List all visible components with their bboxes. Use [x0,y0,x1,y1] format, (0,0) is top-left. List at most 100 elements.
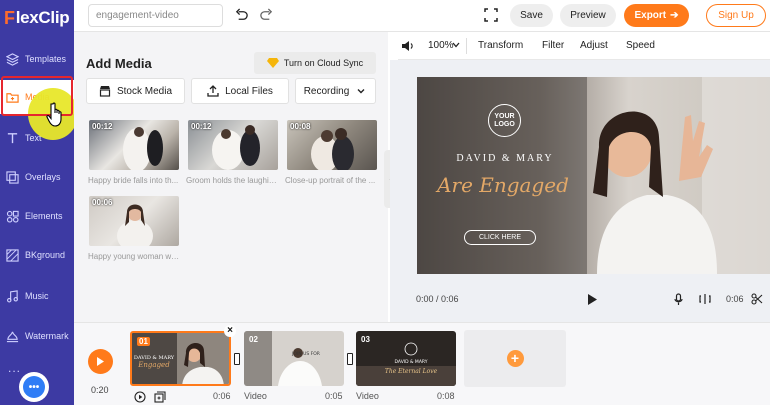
thumb-caption: Happy young woman wit... [88,252,180,261]
arrow-right-icon: ➔ [670,10,679,21]
media-thumbnail[interactable]: 00:08 [287,120,377,170]
clip-type: Video [244,391,267,401]
svg-text:DAVID & MARY: DAVID & MARY [395,359,428,365]
upload-icon [207,85,219,97]
thumb-caption: Groom holds the laughin... [186,176,278,185]
media-panel: Add Media Turn on Cloud Sync Stock Media… [74,32,388,322]
local-files-button[interactable]: Local Files [191,78,289,104]
sidebar-item-label: Music [25,291,49,301]
timeline-play-button[interactable] [88,349,113,374]
store-icon [99,86,111,97]
split-icon[interactable] [699,293,711,305]
clip-number: 01 [137,337,150,346]
sidebar-item-label: Elements [25,211,63,221]
elements-icon [6,210,19,223]
toolbar-divider [466,38,467,54]
svg-text:Engaged: Engaged [137,361,170,369]
click-here-button[interactable]: CLICK HERE [464,230,536,245]
play-icon [97,357,104,366]
background-icon [6,248,19,262]
volume-icon[interactable] [401,40,414,52]
thumb-caption: Happy bride falls into th... [88,176,179,185]
sidebar-item-watermark[interactable]: Watermark [0,319,74,353]
playback-time: 0:00 / 0:06 [416,294,459,304]
adjust-button[interactable]: Adjust [580,40,608,51]
preview-button[interactable]: Preview [560,4,616,27]
sign-up-button[interactable]: Sign Up [706,4,766,27]
logo-line-2: LOGO [494,121,515,128]
diamond-icon [266,58,279,68]
sidebar-item-label: Watermark [25,331,69,341]
chat-button[interactable]: ••• [19,372,49,402]
sidebar: FlexClip Templates Media Text Overlays E… [0,0,74,405]
sidebar-item-templates[interactable]: Templates [0,42,74,76]
flexclip-logo[interactable]: FlexClip [0,0,74,36]
sidebar-item-elements[interactable]: Elements [0,199,74,233]
sidebar-item-label: Overlays [25,172,61,182]
delete-clip-button[interactable]: × [224,325,236,337]
redo-icon[interactable] [259,8,274,23]
clip-duration: 0:06 [213,391,231,401]
video-canvas[interactable]: YOUR LOGO DAVID & MARY Are Engaged CLICK… [417,77,770,274]
logo-f: F [4,7,15,28]
timeline-total-time: 0:20 [91,385,109,395]
thumb-duration: 00:12 [191,122,212,131]
cloud-sync-button[interactable]: Turn on Cloud Sync [254,52,376,74]
clip-thumbnail: DAVID & MARY The Eternal Love [356,331,456,386]
chevron-down-icon[interactable] [452,42,460,48]
zoom-level[interactable]: 100% [428,40,454,51]
microphone-icon[interactable] [673,293,684,306]
clip-duration: 0:06 [726,294,744,304]
text-icon [7,132,18,143]
sidebar-item-music[interactable]: Music [0,279,74,313]
project-name-input[interactable]: engagement-video [88,4,223,27]
names-text[interactable]: DAVID & MARY [443,153,567,164]
save-button[interactable]: Save [510,4,553,27]
media-thumbnail[interactable]: 00:06 [89,196,179,246]
media-thumbnail[interactable]: 00:12 [188,120,278,170]
play-icon[interactable] [587,293,598,306]
export-label: Export [634,10,667,21]
folder-icon [6,92,19,103]
local-files-label: Local Files [225,85,273,97]
scissors-icon[interactable] [751,293,763,305]
transform-button[interactable]: Transform [478,40,523,51]
transition-handle[interactable] [347,353,353,365]
clip-thumbnail: JOIN US FOR [244,331,344,386]
timeline-clip-1[interactable]: DAVID & MARY Engaged 01 [130,331,231,386]
logo-line-1: YOUR [494,113,515,120]
play-circle-icon[interactable] [134,391,146,403]
plus-icon: + [506,350,524,367]
speed-button[interactable]: Speed [626,40,655,51]
thumb-caption: Close-up portrait of the ... [285,176,376,185]
fullscreen-icon[interactable] [484,8,498,22]
layers-icon [6,52,19,66]
chevron-down-icon [357,89,365,94]
clip-number: 03 [361,335,370,344]
add-clip-button[interactable]: + [464,330,566,387]
stock-media-button[interactable]: Stock Media [86,78,185,104]
logo-placeholder[interactable]: YOUR LOGO [488,104,521,137]
playback-controls: 0:00 / 0:06 0:06 [390,288,770,312]
chat-icon: ••• [23,376,45,398]
media-thumbnail[interactable]: 00:12 [89,120,179,170]
add-layer-icon[interactable] [154,391,166,403]
timeline-clip-2[interactable]: JOIN US FOR 02 [244,331,344,386]
clip-duration: 0:08 [437,391,455,401]
watermark-icon [6,331,19,342]
stock-media-label: Stock Media [116,85,173,97]
sidebar-item-overlays[interactable]: Overlays [0,160,74,194]
sidebar-item-bkground[interactable]: BKground [0,238,74,272]
headline-text[interactable]: Are Engaged [433,173,573,197]
panel-title: Add Media [86,56,152,71]
undo-icon[interactable] [234,8,249,23]
filter-button[interactable]: Filter [542,40,564,51]
recording-dropdown[interactable]: Recording [295,78,376,104]
hand-pointer-icon [46,102,62,127]
thumb-duration: 00:12 [92,122,113,131]
export-button[interactable]: Export ➔ [624,4,689,27]
sidebar-item-label: BKground [25,250,66,260]
clip-type: Video [356,391,379,401]
timeline-clip-3[interactable]: DAVID & MARY The Eternal Love 03 [356,331,456,386]
transition-handle[interactable] [234,353,240,365]
